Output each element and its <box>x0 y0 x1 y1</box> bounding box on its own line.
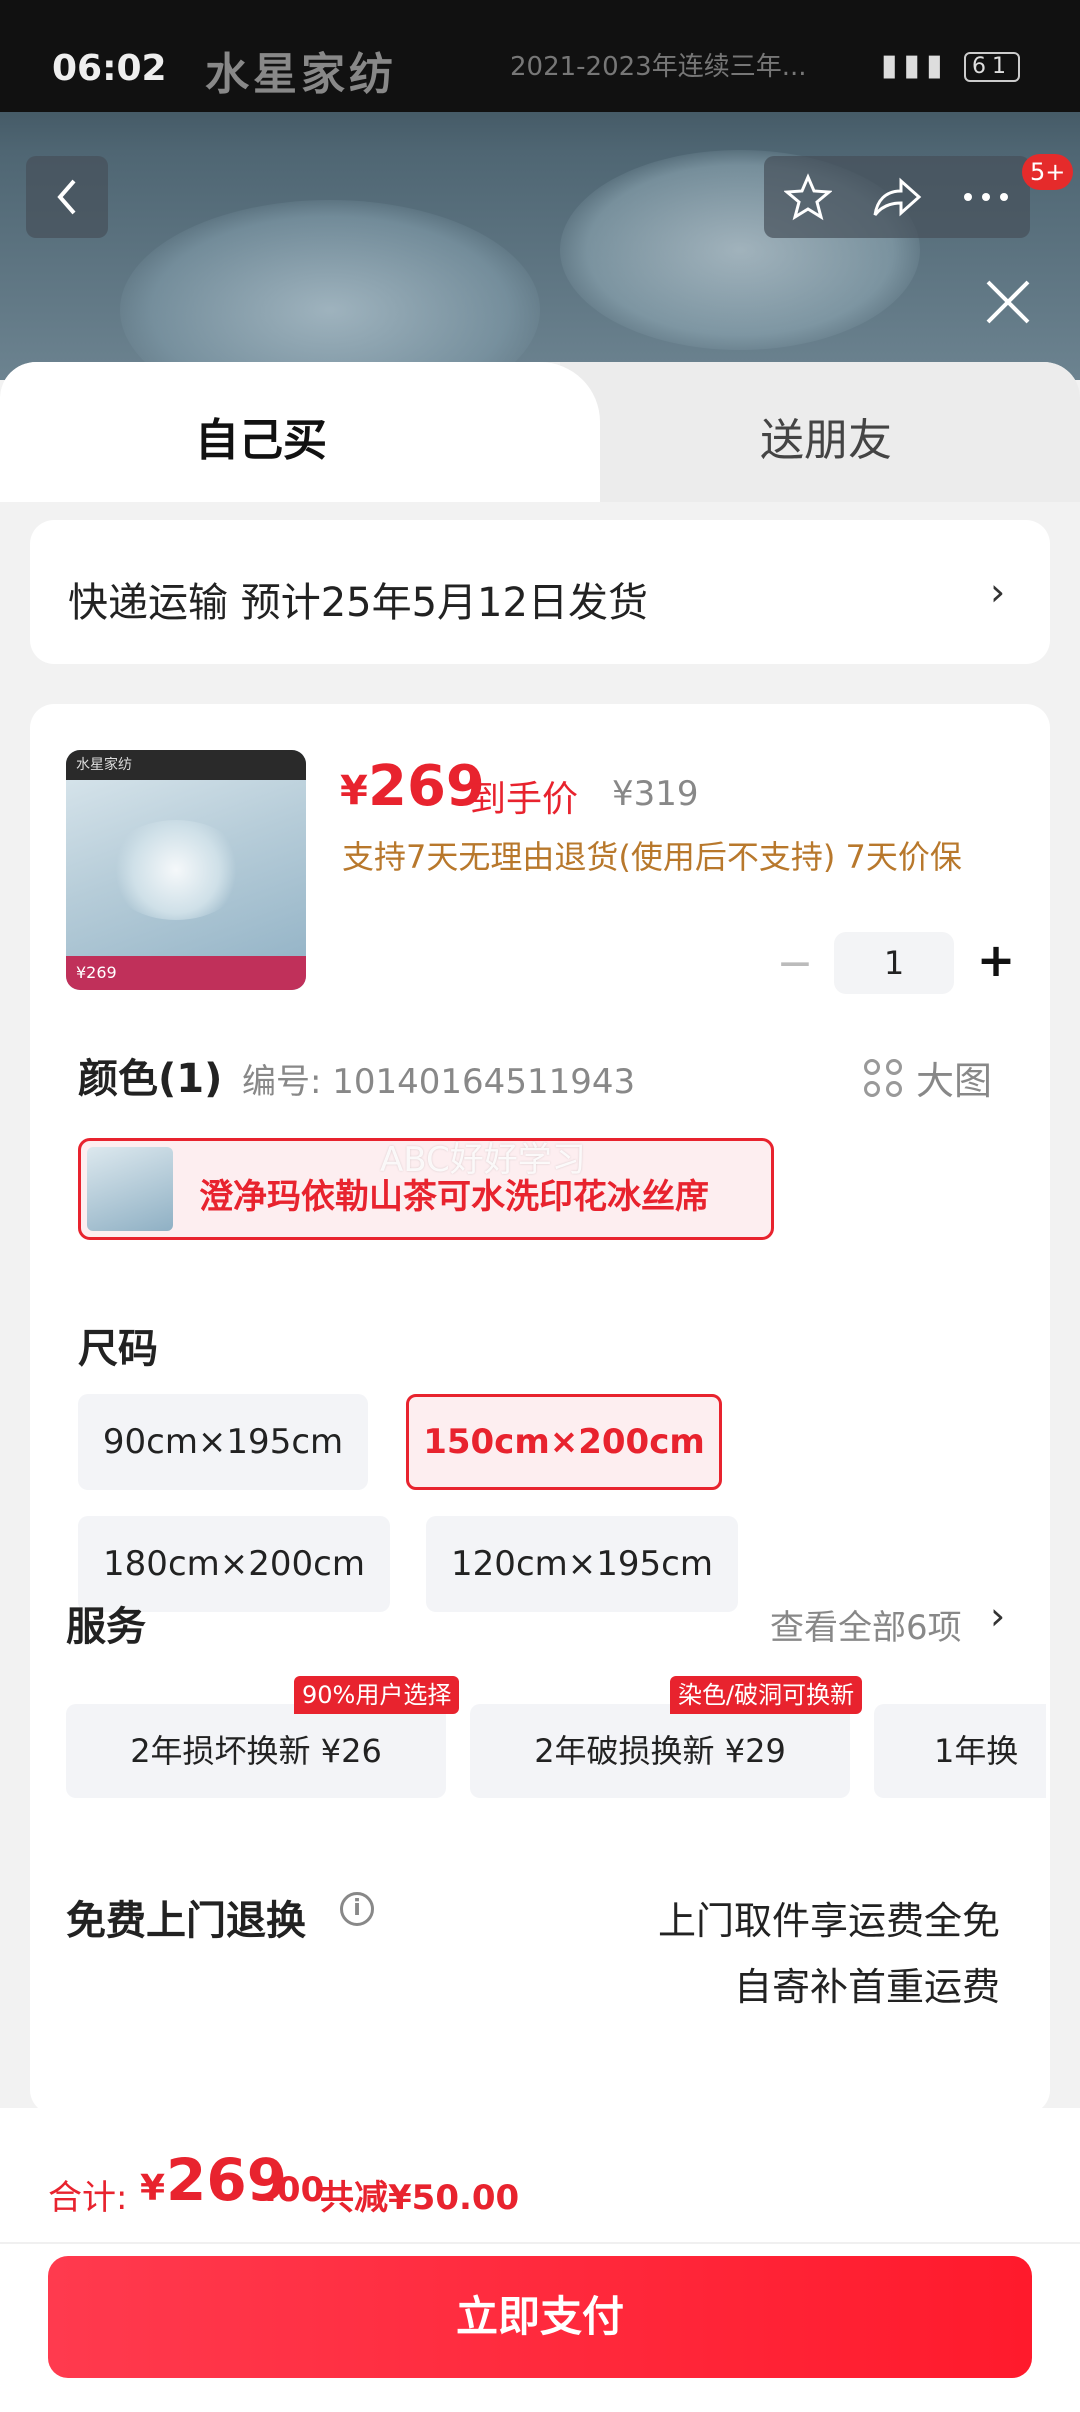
free-return-line2: 自寄补首重运费 <box>733 1965 1000 2009</box>
free-return-line1: 上门取件享运费全免 <box>657 1899 1000 1943</box>
size-option[interactable]: 90cm×195cm <box>78 1394 368 1490</box>
chevron-right-icon: › <box>990 1594 1006 1638</box>
thumb-flower-pattern <box>106 820 246 920</box>
tab-buy-for-self[interactable]: 自己买 <box>195 404 327 468</box>
slogan-overlay-text: 2021-2023年连续三年... <box>510 52 807 82</box>
big-image-label: 大图 <box>916 1059 993 1103</box>
product-thumbnail[interactable]: 水星家纺 ¥269 <box>66 750 306 990</box>
close-icon[interactable] <box>978 272 1038 332</box>
purchase-sheet: 自己买 送朋友 快递运输 预计25年5月12日发货 › 水星家纺 ¥269 ¥ … <box>0 362 1080 2412</box>
chevron-right-icon: › <box>990 570 1006 614</box>
view-all-services-link[interactable]: 查看全部6项 <box>770 1600 962 1649</box>
tab-send-to-friend[interactable]: 送朋友 <box>760 404 892 468</box>
brand-overlay-text: 水星家纺 <box>205 49 397 100</box>
star-icon[interactable] <box>783 173 832 221</box>
big-image-button[interactable]: 大图 <box>864 1050 992 1105</box>
status-time: 06:02 <box>52 48 167 89</box>
thumb-brand: 水星家纺 <box>66 750 306 780</box>
color-section-title: 颜色(1) <box>78 1056 223 1102</box>
top-actions <box>764 156 1030 238</box>
status-bar: 06:02 水星家纺 2021-2023年连续三年... ▮▮▮ 61 <box>0 0 1080 112</box>
services-title: 服务 <box>66 1604 146 1650</box>
quantity-increase-button[interactable]: + <box>970 936 1022 988</box>
total-label: 合计: <box>48 2178 128 2218</box>
price-currency: ¥ <box>340 768 368 814</box>
service-option[interactable]: 2年损坏换新 ¥26 <box>66 1704 446 1798</box>
original-price: ¥319 <box>612 774 699 814</box>
shipping-row[interactable]: 快递运输 预计25年5月12日发货 › <box>30 520 1050 664</box>
watermark-text: ABC好好学习 <box>380 1140 586 1180</box>
share-icon[interactable] <box>871 175 923 219</box>
color-option-thumbnail <box>87 1147 173 1231</box>
size-section-title: 尺码 <box>78 1326 158 1372</box>
size-option-selected[interactable]: 150cm×200cm <box>406 1394 722 1490</box>
free-return-title: 免费上门退换 <box>66 1898 306 1944</box>
sku-number: 编号: 10140164511943 <box>242 1062 636 1102</box>
quantity-field[interactable]: 1 <box>834 932 954 994</box>
more-icon[interactable] <box>962 191 1010 203</box>
thumb-price: ¥269 <box>66 956 306 990</box>
divider <box>0 2242 1080 2244</box>
services-scroller[interactable]: 2年损坏换新 ¥26 90%用户选择 2年破损换新 ¥29 染色/破洞可换新 1… <box>66 1676 1046 1802</box>
size-option[interactable]: 120cm×195cm <box>426 1516 738 1612</box>
back-button[interactable] <box>26 156 108 238</box>
service-option[interactable]: 2年破损换新 ¥29 <box>470 1704 850 1798</box>
product-card: 水星家纺 ¥269 ¥ 269 到手价 ¥319 支持7天无理由退货(使用后不支… <box>30 704 1050 2114</box>
notification-badge: 5+ <box>1022 154 1074 190</box>
price-label: 到手价 <box>470 779 579 820</box>
quantity-decrease-button[interactable]: − <box>770 942 820 992</box>
service-tag: 90%用户选择 <box>294 1676 460 1714</box>
shipping-text: 快递运输 预计25年5月12日发货 <box>68 580 648 626</box>
status-icons: ▮▮▮ 61 <box>881 48 1020 83</box>
service-option[interactable]: 1年换 <box>874 1704 1046 1798</box>
total-savings: 共减¥50.00 <box>320 2178 520 2218</box>
chevron-left-icon <box>57 179 76 215</box>
pay-now-button[interactable]: 立即支付 <box>48 2256 1032 2378</box>
return-policy: 支持7天无理由退货(使用后不支持) 7天价保 <box>342 838 962 876</box>
backdrop-pillow-shape <box>120 200 540 380</box>
total-currency: ¥ <box>140 2168 166 2209</box>
info-icon[interactable]: i <box>340 1892 374 1926</box>
total-decimal: .00 <box>264 2170 325 2210</box>
signal-icon: ▮▮▮ <box>880 48 949 83</box>
grid-icon <box>864 1058 902 1097</box>
final-price: 269 <box>368 754 485 819</box>
checkout-bar: 合计: ¥ 269 .00 共减¥50.00 立即支付 <box>0 2108 1080 2412</box>
service-tag: 染色/破洞可换新 <box>670 1676 863 1714</box>
purchase-tabs: 自己买 送朋友 <box>0 362 1080 502</box>
battery-icon: 61 <box>964 51 1020 82</box>
